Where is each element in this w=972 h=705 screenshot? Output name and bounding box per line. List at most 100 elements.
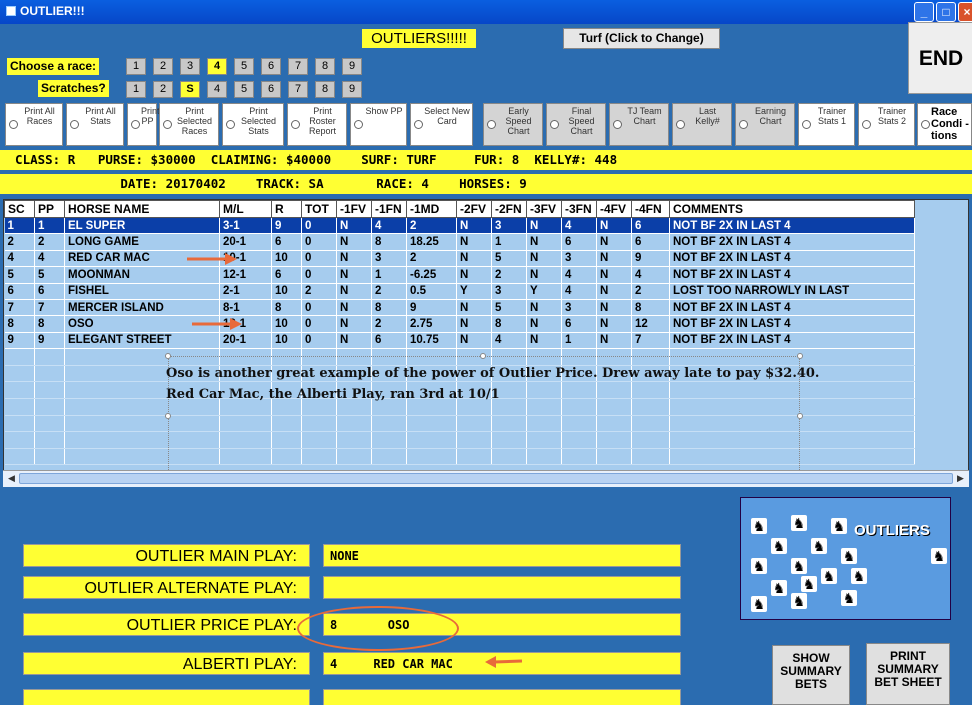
radio-icon[interactable] [131, 120, 140, 129]
play-value-field[interactable]: NONE [323, 544, 681, 567]
option-final-speed-chart[interactable]: Final Speed Chart [546, 103, 606, 146]
column-header[interactable]: -4FV [596, 200, 632, 218]
column-header[interactable]: -1FV [336, 200, 372, 218]
scratch-button-3[interactable]: S [180, 81, 200, 98]
scroll-left-icon[interactable]: ◀ [4, 471, 19, 486]
column-header[interactable]: COMMENTS [669, 200, 915, 218]
maximize-button[interactable]: □ [936, 2, 956, 22]
close-button[interactable]: × [958, 2, 972, 22]
race-button-9[interactable]: 9 [342, 58, 362, 75]
option-race-condi-tions[interactable]: Race Condi -tions [917, 103, 972, 146]
radio-icon[interactable] [802, 120, 811, 129]
table-cell: 2 [301, 283, 337, 300]
resize-handle[interactable] [480, 353, 486, 359]
table-cell: N [456, 250, 492, 268]
resize-handle[interactable] [797, 413, 803, 419]
radio-icon[interactable] [414, 120, 423, 129]
option-earning-chart[interactable]: Earning Chart [735, 103, 795, 146]
option-print-pp[interactable]: Print PP [127, 103, 160, 146]
race-button-2[interactable]: 2 [153, 58, 173, 75]
column-header[interactable]: -2FN [491, 200, 527, 218]
resize-handle[interactable] [165, 353, 171, 359]
option-select-new-card[interactable]: Select New Card [410, 103, 473, 146]
option-print-all-races[interactable]: Print All Races [5, 103, 63, 146]
option-print-selected-races[interactable]: Print Selected Races [159, 103, 219, 146]
race-button-7[interactable]: 7 [288, 58, 308, 75]
print-summary-bet-sheet-button[interactable]: PRINT SUMMARY BET SHEET [866, 643, 950, 705]
column-header[interactable]: -4FN [631, 200, 670, 218]
table-row[interactable]: 7 7 MERCER ISLAND 8-1 8 0 N 8 9 N 5 N 3 N 8 NOT BF 2X I… [4, 299, 915, 317]
radio-icon[interactable] [676, 120, 685, 129]
horizontal-scrollbar[interactable]: ◀ ▶ [3, 470, 969, 487]
table-cell: 4 [631, 266, 670, 284]
scratch-button-7[interactable]: 7 [288, 81, 308, 98]
radio-icon[interactable] [291, 120, 300, 129]
column-header[interactable]: HORSE NAME [64, 200, 220, 218]
option-show-pp[interactable]: Show PP [350, 103, 407, 146]
table-cell: 4 [561, 217, 597, 235]
scratch-button-2[interactable]: 2 [153, 81, 173, 98]
table-row[interactable]: 2 2 LONG GAME 20-1 6 0 N 8 18.25 N 1 N 6 N 6 NOT BF 2X … [4, 233, 915, 251]
scratch-button-6[interactable]: 6 [261, 81, 281, 98]
radio-icon[interactable] [739, 120, 748, 129]
race-button-1[interactable]: 1 [126, 58, 146, 75]
resize-handle[interactable] [797, 353, 803, 359]
radio-icon[interactable] [9, 120, 18, 129]
scratch-button-9[interactable]: 9 [342, 81, 362, 98]
option-trainer-stats-1[interactable]: Trainer Stats 1 [798, 103, 855, 146]
scroll-thumb[interactable] [19, 473, 953, 484]
option-last-kelly[interactable]: Last Kelly# [672, 103, 732, 146]
table-row[interactable]: 1 1 EL SUPER 3-1 9 0 N 4 2 N 3 N 4 N 6 NOT BF 2X IN LAS… [4, 217, 915, 235]
table-row[interactable]: 9 9 ELEGANT STREET 20-1 10 0 N 6 10.75 N 4 N 1 N 7 NOT … [4, 332, 915, 350]
scroll-right-icon[interactable]: ▶ [953, 471, 968, 486]
radio-icon[interactable] [487, 120, 496, 129]
table-cell: NOT BF 2X IN LAST 4 [669, 266, 915, 284]
red-arrow-icon [485, 656, 523, 668]
option-print-roster-report[interactable]: Print Roster Report [287, 103, 347, 146]
radio-icon[interactable] [354, 120, 363, 129]
column-header[interactable]: M/L [219, 200, 272, 218]
column-header[interactable]: -1FN [371, 200, 407, 218]
minimize-button[interactable]: _ [914, 2, 934, 22]
resize-handle[interactable] [165, 413, 171, 419]
option-early-speed-chart[interactable]: Early Speed Chart [483, 103, 543, 146]
play-value-field[interactable] [323, 576, 681, 599]
table-row[interactable]: 44RED CAR MAC10-1100N32N5N3N9NOT BF 2X I… [4, 250, 915, 268]
scratch-button-8[interactable]: 8 [315, 81, 335, 98]
scratch-button-4[interactable]: 4 [207, 81, 227, 98]
play-value-field[interactable] [323, 689, 681, 705]
column-header[interactable]: PP [34, 200, 65, 218]
option-print-selected-stats[interactable]: Print Selected Stats [222, 103, 284, 146]
column-header[interactable]: -2FV [456, 200, 492, 218]
table-row[interactable]: 5 5 MOONMAN 12-1 6 0 N 1 -6.25 N 2 N 4 N 4 NOT BF 2X IN… [4, 266, 915, 284]
table-row[interactable]: 6 6 FISHEL 2-1 10 2 N 2 0.5 Y 3 Y 4 N 2 LOST TOO NARROW… [4, 283, 915, 300]
race-button-6[interactable]: 6 [261, 58, 281, 75]
column-header[interactable]: R [271, 200, 302, 218]
column-header[interactable]: TOT [301, 200, 337, 218]
race-button-3[interactable]: 3 [180, 58, 200, 75]
table-row[interactable]: 88OSO12-1100N22.75N8N6N12NOT BF 2X IN LA… [4, 315, 915, 333]
radio-icon[interactable] [862, 120, 871, 129]
race-button-8[interactable]: 8 [315, 58, 335, 75]
turf-toggle-button[interactable]: Turf (Click to Change) [563, 28, 720, 49]
race-button-5[interactable]: 5 [234, 58, 254, 75]
race-button-4[interactable]: 4 [207, 58, 227, 75]
column-header[interactable]: -3FN [561, 200, 597, 218]
radio-icon[interactable] [550, 120, 559, 129]
column-header[interactable]: -1MD [406, 200, 457, 218]
column-header[interactable]: -3FV [526, 200, 562, 218]
scratch-button-5[interactable]: 5 [234, 81, 254, 98]
scratch-button-1[interactable]: 1 [126, 81, 146, 98]
table-cell: 8 [371, 233, 407, 251]
radio-icon[interactable] [70, 120, 79, 129]
option-tj-team-chart[interactable]: TJ Team Chart [609, 103, 669, 146]
radio-icon[interactable] [921, 120, 930, 129]
option-print-all-stats[interactable]: Print All Stats [66, 103, 124, 146]
option-trainer-stats-2[interactable]: Trainer Stats 2 [858, 103, 915, 146]
radio-icon[interactable] [226, 120, 235, 129]
end-button[interactable]: END [908, 22, 972, 94]
radio-icon[interactable] [163, 120, 172, 129]
radio-icon[interactable] [613, 120, 622, 129]
column-header[interactable]: SC [4, 200, 35, 218]
show-summary-bets-button[interactable]: SHOW SUMMARY BETS [772, 645, 850, 705]
